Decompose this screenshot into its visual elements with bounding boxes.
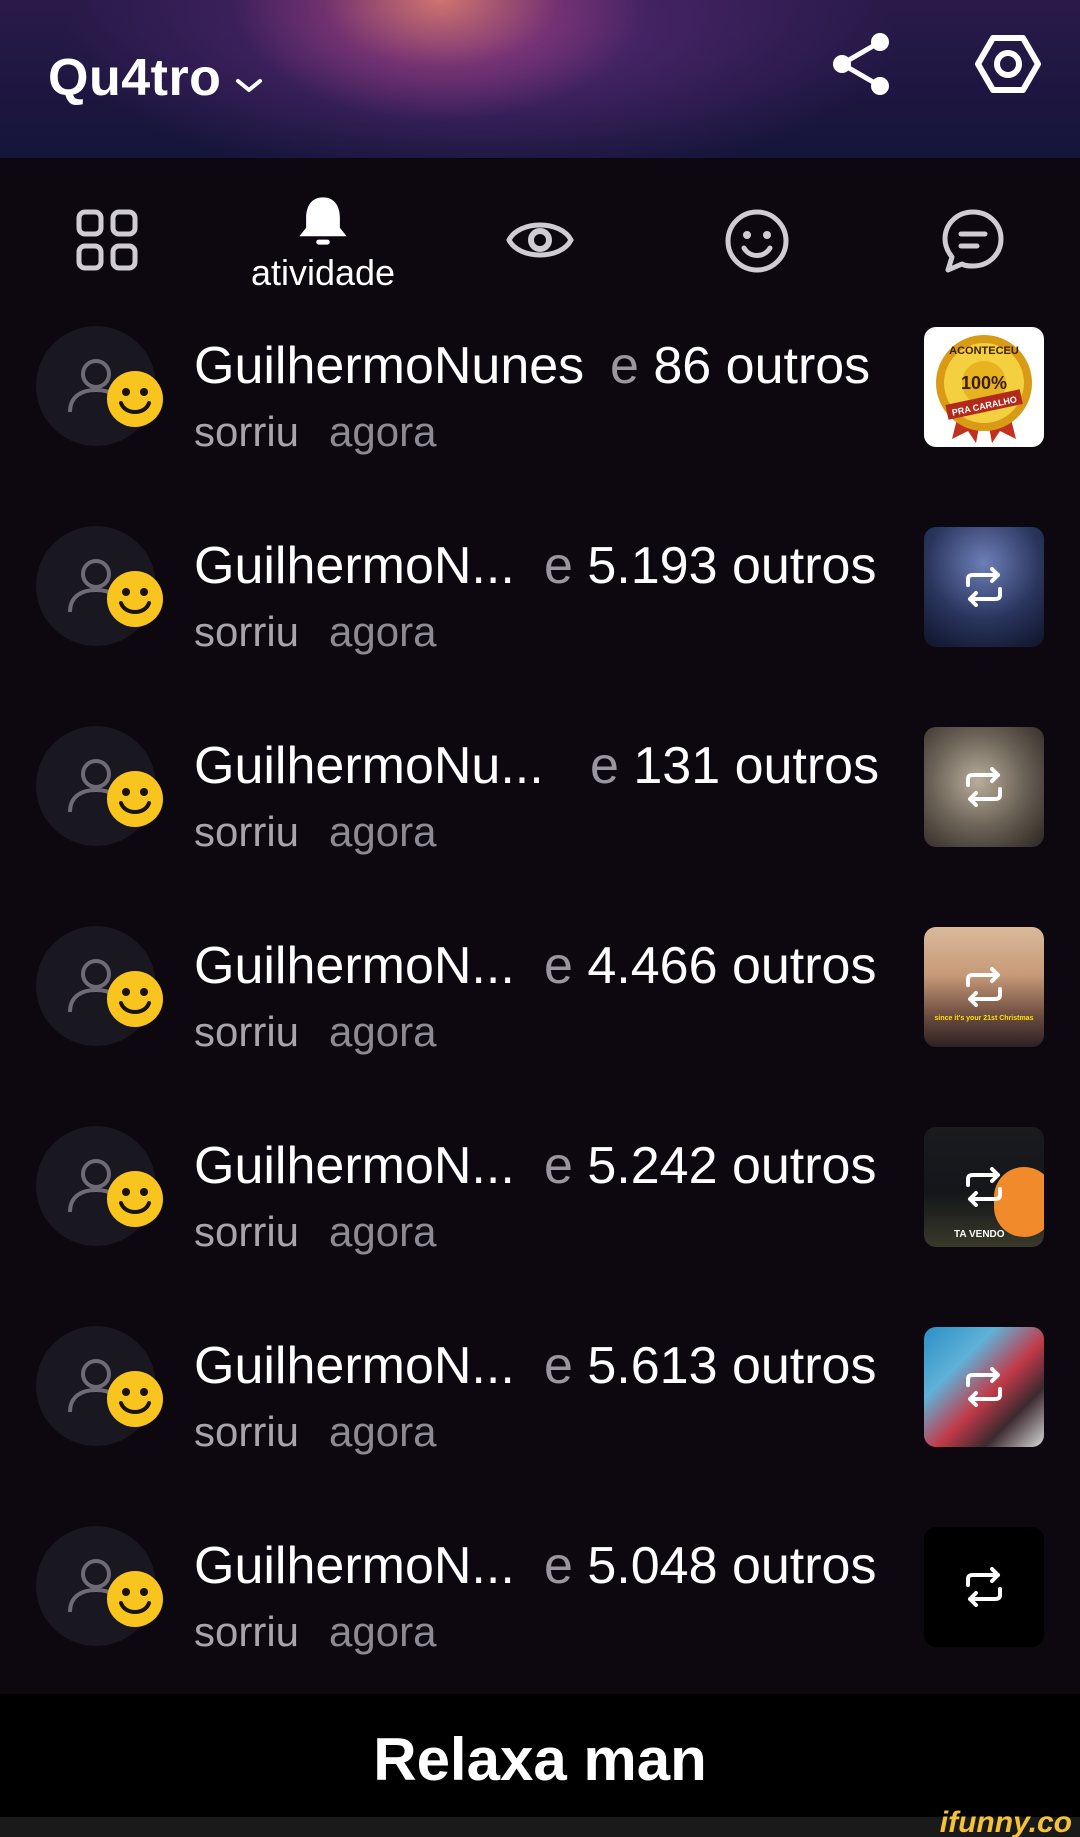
caption-bar: Relaxa man [0, 1694, 1080, 1824]
timestamp: agora [329, 1608, 437, 1655]
others-count: e 5.193 outros [544, 537, 877, 595]
others-count: e 5.242 outros [544, 1137, 877, 1195]
chat-bubble-icon [942, 209, 1004, 273]
smile-icon [107, 1571, 163, 1627]
username[interactable]: GuilhermoN... [194, 1136, 515, 1196]
others-count: e 5.048 outros [544, 1537, 877, 1595]
timestamp: agora [329, 1008, 437, 1055]
username[interactable]: GuilhermoN... [194, 536, 515, 596]
content-thumbnail[interactable] [924, 1327, 1044, 1447]
others-count: e 5.613 outros [544, 1337, 877, 1395]
repost-icon [966, 1367, 1002, 1407]
tab-bar: atividade [0, 158, 1080, 308]
timestamp: agora [329, 1408, 437, 1455]
tab-atividade[interactable]: atividade [251, 194, 395, 294]
notification-row[interactable]: GuilhermoN... e 4.466 outros sorriu agora… [0, 900, 1080, 1100]
smile-icon [107, 1371, 163, 1427]
smile-icon [107, 771, 163, 827]
notification-row[interactable]: GuilhermoN... e 5.193 outros sorriu agora [0, 500, 1080, 700]
content-thumbnail[interactable] [924, 727, 1044, 847]
notification-row[interactable]: GuilhermoNunes e 86 outros sorriu agora A… [0, 300, 1080, 500]
share-icon[interactable] [826, 28, 898, 100]
others-count: e 4.466 outros [544, 937, 877, 995]
repost-icon [966, 567, 1002, 607]
action-text: sorriu [194, 608, 300, 655]
timestamp: agora [329, 1208, 437, 1255]
action-text: sorriu [194, 808, 300, 855]
timestamp: agora [329, 408, 437, 455]
chevron-down-icon [235, 48, 263, 108]
timestamp: agora [329, 808, 437, 855]
content-thumbnail[interactable]: since it's your 21st Christmas [924, 927, 1044, 1047]
bell-icon [299, 197, 347, 245]
tab-smiles[interactable] [702, 208, 812, 308]
app-header: Qu4tro [0, 0, 1080, 158]
username[interactable]: GuilhermoNunes [194, 336, 584, 396]
smile-icon [107, 371, 163, 427]
action-text: sorriu [194, 1408, 300, 1455]
others-count: e 86 outros [610, 337, 871, 395]
username[interactable]: GuilhermoN... [194, 1336, 515, 1396]
footer-strip [0, 1817, 1080, 1837]
content-thumbnail[interactable] [924, 1527, 1044, 1647]
content-thumbnail[interactable] [924, 527, 1044, 647]
badge-center-text: 100% [961, 373, 1007, 393]
grid-icon [76, 209, 138, 271]
watermark: ifunny.co [939, 1806, 1072, 1837]
tab-collective[interactable] [52, 208, 162, 308]
username[interactable]: GuilhermoN... [194, 1536, 515, 1596]
notification-row[interactable]: GuilhermoN... e 5.613 outros sorriu agora [0, 1300, 1080, 1500]
meme-caption: Relaxa man [373, 1725, 707, 1793]
notification-row[interactable]: GuilhermoN... e 5.242 outros sorriu agora… [0, 1100, 1080, 1300]
username[interactable]: GuilhermoNu... [194, 736, 544, 796]
notification-row[interactable]: GuilhermoN... e 5.048 outros sorriu agora [0, 1500, 1080, 1700]
tab-label: atividade [250, 252, 396, 293]
repost-icon [966, 1567, 1002, 1607]
smile-icon [107, 971, 163, 1027]
smiley-icon [725, 209, 789, 273]
gear-icon[interactable] [972, 28, 1044, 100]
app-title: Qu4tro [48, 49, 222, 107]
action-text: sorriu [194, 1208, 300, 1255]
smile-icon [107, 1171, 163, 1227]
action-text: sorriu [194, 408, 300, 455]
content-thumbnail[interactable]: ACONTECEU 100% PRA CARALHO [924, 327, 1044, 447]
badge-top-text: ACONTECEU [949, 345, 1019, 357]
username[interactable]: GuilhermoN... [194, 936, 515, 996]
action-text: sorriu [194, 1608, 300, 1655]
tab-chats[interactable] [918, 208, 1028, 308]
notification-row[interactable]: GuilhermoNu... e 131 outros sorriu agora [0, 700, 1080, 900]
action-text: sorriu [194, 1008, 300, 1055]
repost-icon [966, 967, 1002, 1007]
timestamp: agora [329, 608, 437, 655]
content-thumbnail[interactable]: TA VENDO [924, 1127, 1044, 1247]
feed-selector[interactable]: Qu4tro [48, 48, 263, 108]
eye-icon [506, 222, 574, 258]
tab-watched[interactable] [485, 208, 595, 308]
thumbnail-overlay-text: TA VENDO [954, 1229, 1005, 1240]
badge-sticker-image: ACONTECEU 100% PRA CARALHO [936, 335, 1032, 443]
thumbnail-overlay-text: since it's your 21st Christmas [934, 1015, 1034, 1022]
repost-icon [966, 1167, 1002, 1207]
repost-icon [966, 767, 1002, 807]
others-count: e 131 outros [590, 737, 880, 795]
smile-icon [107, 571, 163, 627]
